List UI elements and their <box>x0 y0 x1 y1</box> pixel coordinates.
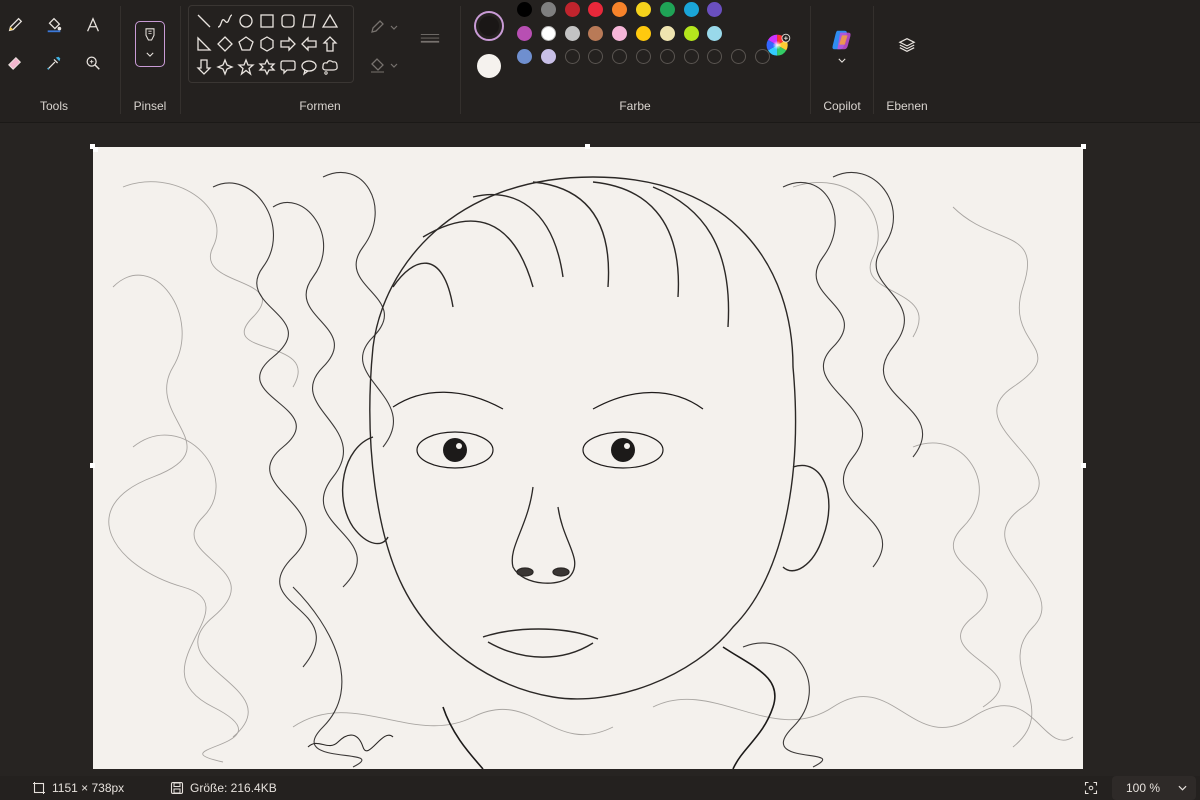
tools-group: Tools <box>0 0 108 122</box>
layers-group: Ebenen <box>876 0 938 122</box>
ribbon-divider <box>873 6 874 114</box>
sketch-drawing <box>108 171 1074 769</box>
ribbon: Tools Pinsel Formen Farbe Copilot Ebenen <box>0 0 1200 123</box>
eraser-icon[interactable] <box>2 50 28 76</box>
copilot-icon <box>832 30 851 50</box>
text-icon[interactable] <box>80 12 106 38</box>
save-icon <box>170 781 184 795</box>
zoom-level-text: 100 % <box>1126 781 1161 795</box>
resize-handle-top[interactable] <box>585 144 590 149</box>
fill-bucket-icon[interactable] <box>41 12 67 38</box>
chevron-down-icon <box>146 52 154 57</box>
layers-icon <box>898 38 916 52</box>
zoom-dropdown[interactable]: 100 % <box>1112 776 1196 800</box>
resize-handle-top-left[interactable] <box>90 144 95 149</box>
fit-to-window-icon <box>1084 781 1098 795</box>
fit-to-window-button[interactable] <box>1084 776 1098 800</box>
resize-handle-top-right[interactable] <box>1081 144 1086 149</box>
brush-group-label: Pinsel <box>133 99 167 113</box>
shapes-group-label: Formen <box>299 99 341 113</box>
ribbon-divider <box>120 6 121 114</box>
layers-button[interactable] <box>894 32 920 58</box>
color-group-label: Farbe <box>619 99 651 113</box>
status-bar: 1151 × 738px Größe: 216.4KB 100 % <box>0 776 1200 800</box>
magnifier-icon[interactable] <box>80 50 106 76</box>
shapes-group: Formen <box>180 0 460 122</box>
copilot-group-label: Copilot <box>823 99 861 113</box>
brush-icon <box>145 28 155 41</box>
copilot-group: Copilot <box>812 0 872 122</box>
resize-handle-right[interactable] <box>1081 463 1086 468</box>
tools-group-label: Tools <box>39 99 68 113</box>
brush-selector-button[interactable] <box>135 21 165 67</box>
file-size: Größe: 216.4KB <box>170 776 277 800</box>
resize-handle-left[interactable] <box>90 463 95 468</box>
layers-group-label: Ebenen <box>886 99 928 113</box>
color-group: Farbe <box>460 0 810 122</box>
drawing-canvas[interactable] <box>93 147 1083 769</box>
selection-size-icon <box>33 782 45 794</box>
color-picker-icon[interactable] <box>41 50 67 76</box>
pencil-icon[interactable] <box>2 12 28 38</box>
canvas-area <box>0 123 1200 776</box>
canvas-dimensions-text: 1151 × 738px <box>52 781 125 795</box>
file-size-text: Größe: 216.4KB <box>190 781 277 795</box>
copilot-button[interactable] <box>828 26 856 54</box>
ribbon-divider <box>810 6 811 114</box>
chevron-down-icon[interactable] <box>838 58 846 63</box>
chevron-down-icon <box>1178 785 1187 791</box>
canvas-dimensions: 1151 × 738px <box>32 776 124 800</box>
